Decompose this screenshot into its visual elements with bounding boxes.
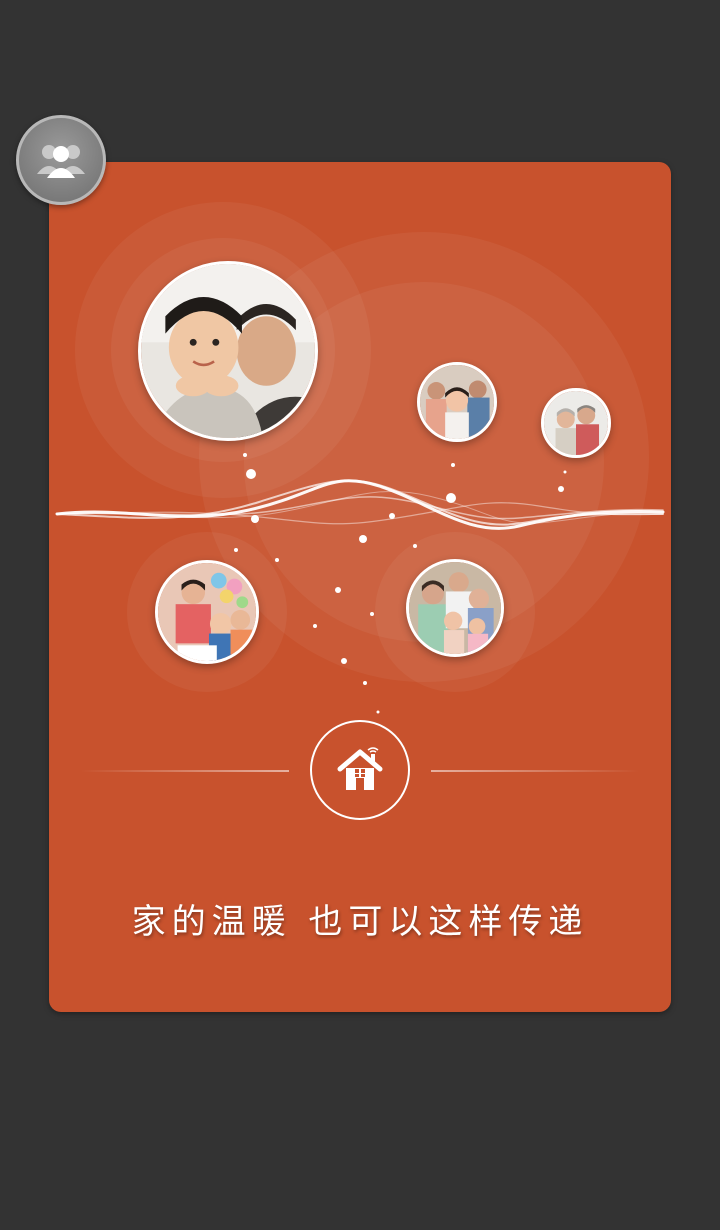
users-icon <box>37 145 85 178</box>
welcome-card: 家的温暖 也可以这样传递 <box>49 162 671 1012</box>
divider-left <box>81 770 289 772</box>
home-button[interactable] <box>310 720 410 820</box>
account-avatar-button[interactable] <box>16 115 106 205</box>
home-wifi-icon <box>337 747 383 790</box>
divider-right <box>431 770 639 772</box>
particle-dots <box>234 453 567 714</box>
slogan-text: 家的温暖 也可以这样传递 <box>131 902 589 942</box>
